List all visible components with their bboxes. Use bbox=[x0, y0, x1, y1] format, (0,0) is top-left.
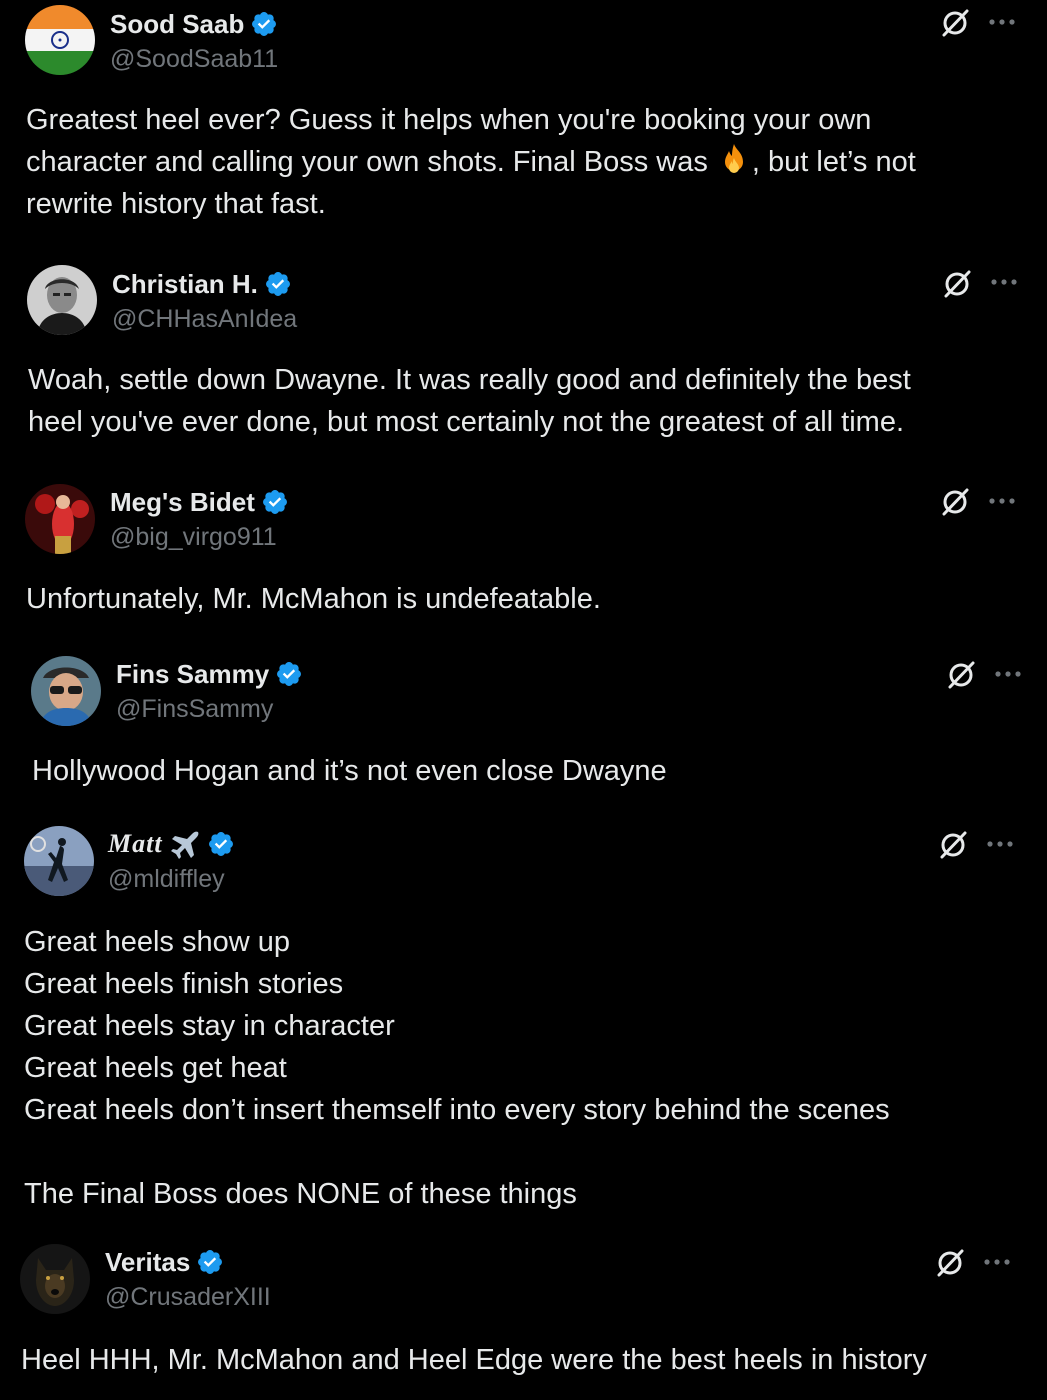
display-name[interactable]: Veritas bbox=[105, 1247, 190, 1278]
user-handle[interactable]: @CrusaderXIII bbox=[105, 1283, 271, 1312]
display-name[interactable]: Matt bbox=[108, 829, 163, 859]
more-options-icon[interactable] bbox=[985, 836, 1015, 852]
avatar[interactable] bbox=[31, 656, 101, 726]
reply-post[interactable]: Veritas @CrusaderXIII Heel HHH, Mr. McMa… bbox=[0, 1238, 1047, 1400]
grok-icon[interactable] bbox=[934, 1247, 966, 1279]
display-name[interactable]: Christian H. bbox=[112, 269, 258, 300]
reply-post[interactable]: Meg's Bidet @big_virgo911 Unfortunately,… bbox=[0, 478, 1047, 628]
avatar[interactable] bbox=[24, 826, 94, 896]
post-text: Hollywood Hogan and it’s not even close … bbox=[24, 755, 667, 787]
user-handle[interactable]: @SoodSaab11 bbox=[110, 45, 278, 74]
avatar[interactable] bbox=[20, 1244, 90, 1314]
more-options-icon[interactable] bbox=[989, 274, 1019, 290]
user-handle[interactable]: @FinsSammy bbox=[116, 695, 273, 724]
grok-icon[interactable] bbox=[941, 268, 973, 300]
airplane-emoji bbox=[170, 829, 201, 859]
post-text: Heel HHH, Mr. McMahon and Heel Edge were… bbox=[21, 1344, 927, 1376]
avatar[interactable] bbox=[25, 484, 95, 554]
more-options-icon[interactable] bbox=[987, 493, 1017, 509]
user-handle[interactable]: @CHHasAnIdea bbox=[112, 305, 297, 334]
post-text: Greatest heel ever? Guess it helps when … bbox=[26, 99, 916, 225]
post-text: Great heels show up Great heels finish s… bbox=[24, 926, 890, 1210]
post-text: Unfortunately, Mr. McMahon is undefeatab… bbox=[26, 583, 601, 615]
verified-badge-icon[interactable] bbox=[275, 660, 303, 688]
verified-badge-icon[interactable] bbox=[250, 10, 278, 38]
fire-emoji bbox=[716, 142, 752, 178]
grok-icon[interactable] bbox=[945, 659, 977, 691]
verified-badge-icon[interactable] bbox=[264, 270, 292, 298]
display-name[interactable]: Fins Sammy bbox=[116, 659, 269, 690]
post-text: Woah, settle down Dwayne. It was really … bbox=[28, 364, 911, 438]
verified-badge-icon[interactable] bbox=[196, 1248, 224, 1276]
grok-icon[interactable] bbox=[939, 486, 971, 518]
more-options-icon[interactable] bbox=[987, 14, 1017, 30]
reply-post[interactable]: Matt @mldiffley Great heels show up Grea… bbox=[0, 820, 1047, 1220]
user-handle[interactable]: @big_virgo911 bbox=[110, 523, 277, 552]
more-options-icon[interactable] bbox=[993, 666, 1023, 682]
verified-badge-icon[interactable] bbox=[261, 488, 289, 516]
reply-post[interactable]: Fins Sammy @FinsSammy Hollywood Hogan an… bbox=[0, 650, 1047, 800]
more-options-icon[interactable] bbox=[982, 1254, 1012, 1270]
display-name[interactable]: Meg's Bidet bbox=[110, 487, 255, 518]
grok-icon[interactable] bbox=[937, 829, 969, 861]
avatar[interactable] bbox=[27, 265, 97, 335]
verified-badge-icon[interactable] bbox=[207, 830, 235, 858]
avatar[interactable] bbox=[25, 5, 95, 75]
user-handle[interactable]: @mldiffley bbox=[108, 865, 225, 894]
grok-icon[interactable] bbox=[939, 7, 971, 39]
reply-post[interactable]: Sood Saab @SoodSaab11 Greatest heel ever… bbox=[0, 0, 1047, 240]
reply-post[interactable]: Christian H. @CHHasAnIdea Woah, settle d… bbox=[0, 260, 1047, 460]
display-name[interactable]: Sood Saab bbox=[110, 9, 244, 40]
